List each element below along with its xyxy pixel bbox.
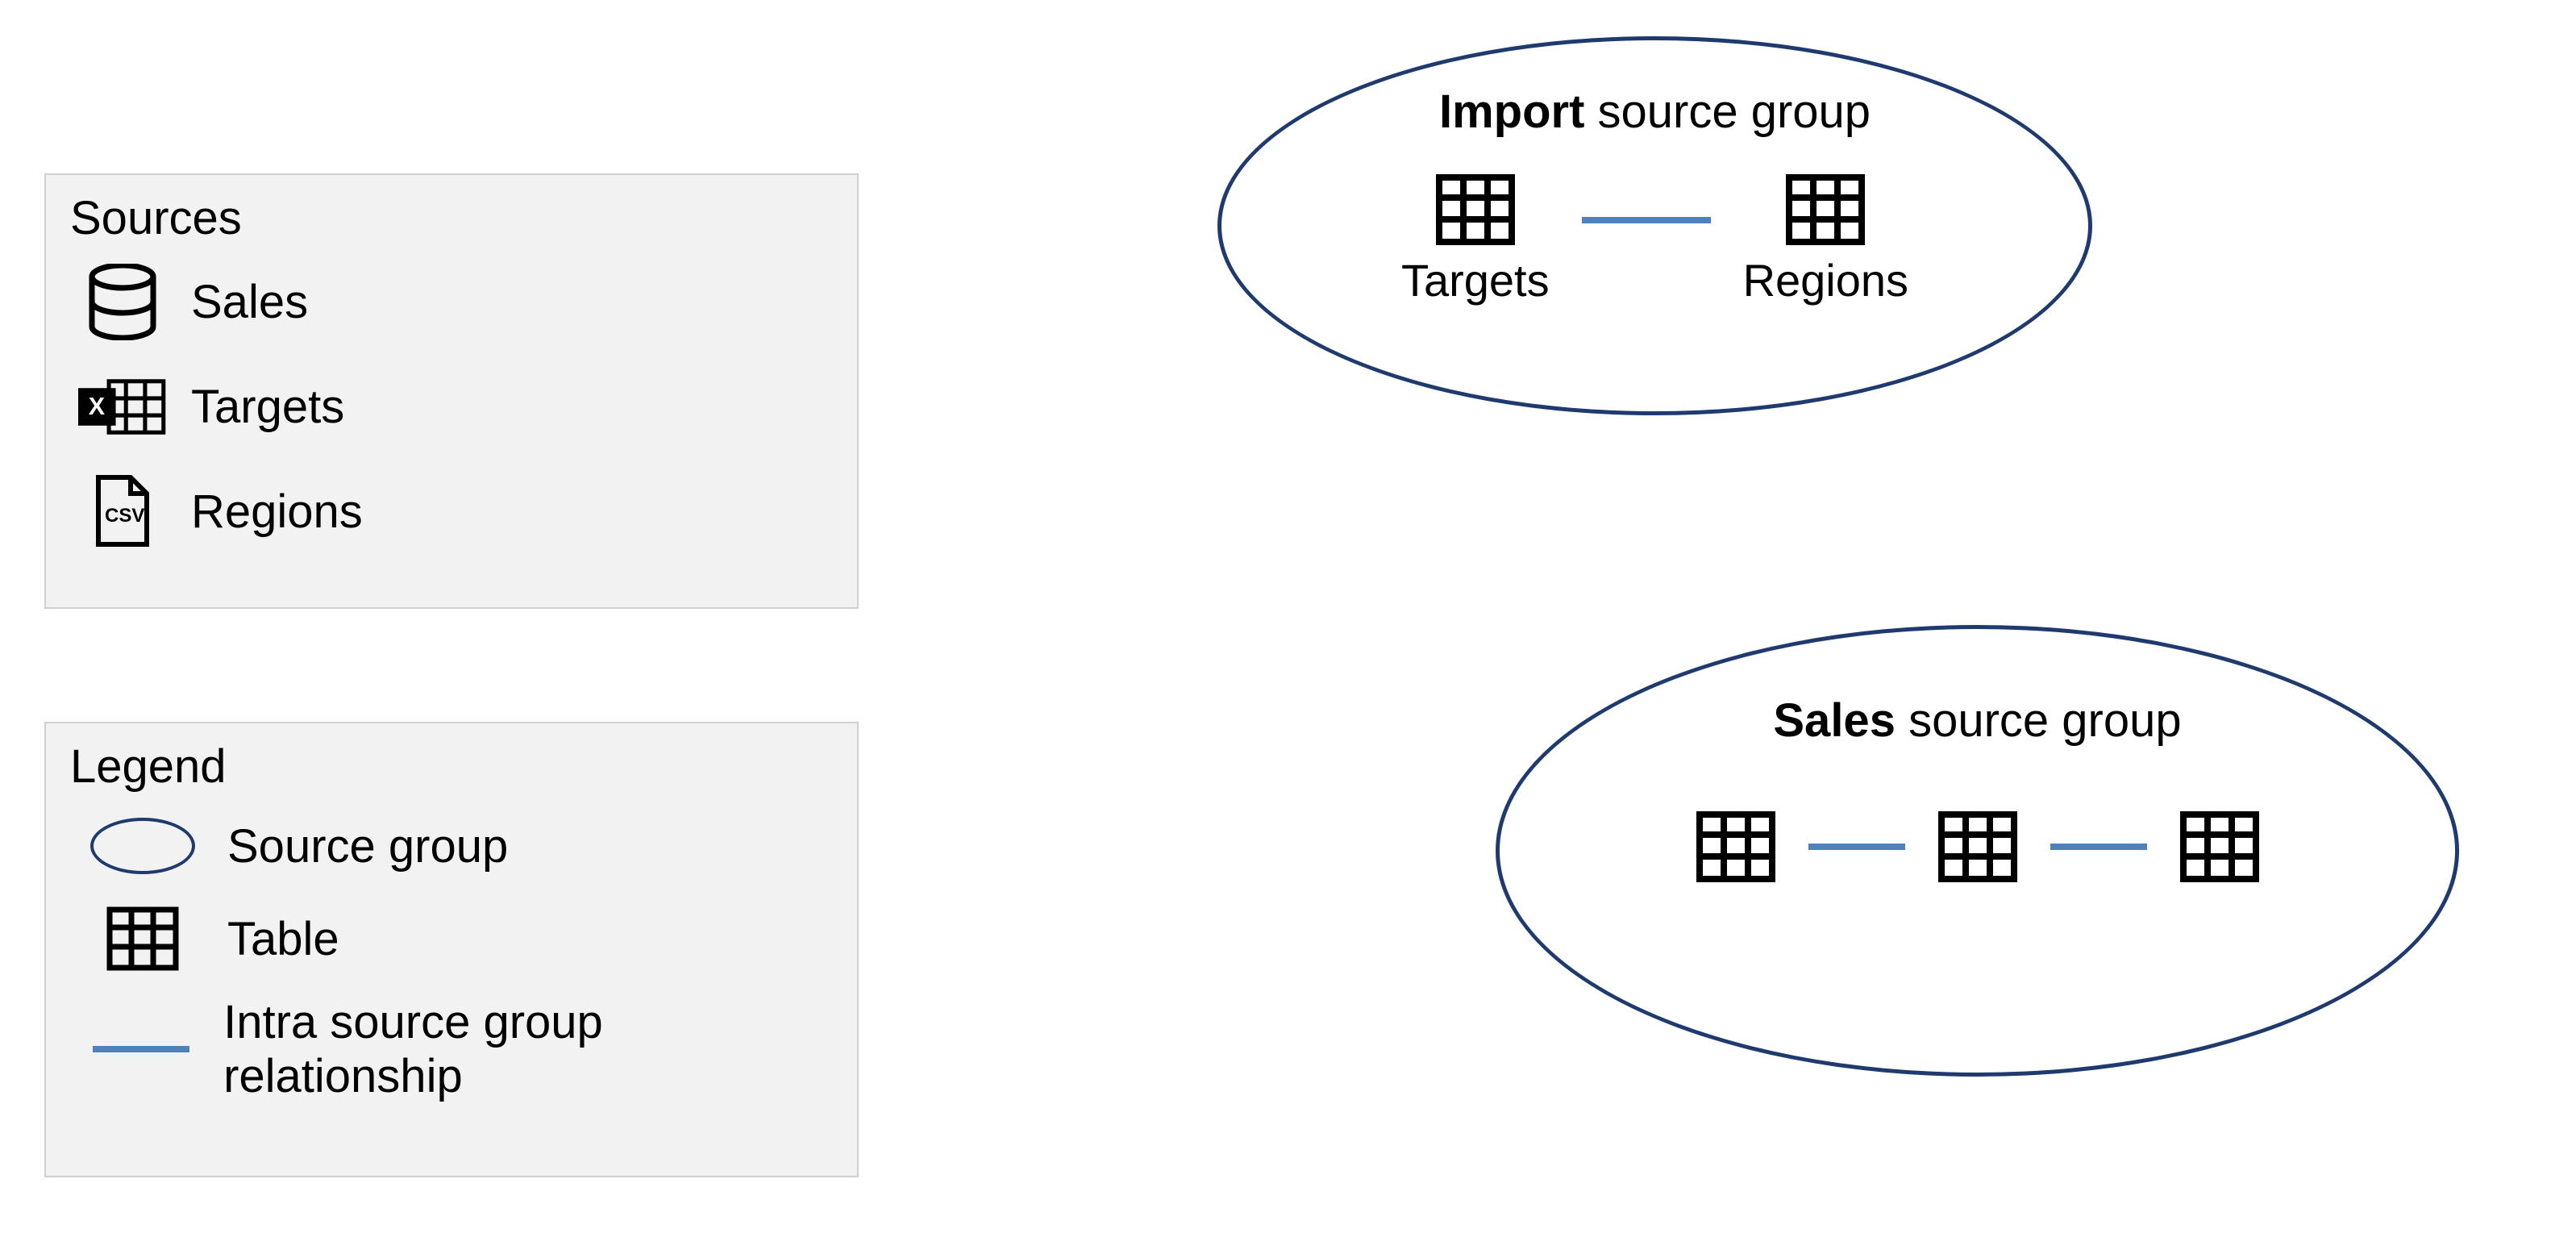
table-icon	[86, 902, 199, 975]
source-row-regions: CSV Regions	[70, 471, 833, 552]
legend-label-relationship: Intra source group relationship	[223, 995, 833, 1103]
legend-title: Legend	[70, 739, 833, 794]
sales-title-rest: source group	[1896, 694, 2182, 747]
source-label-sales: Sales	[191, 275, 308, 329]
table-icon	[1937, 810, 2018, 883]
relationship-line	[1808, 844, 1905, 850]
line-icon	[86, 1013, 195, 1085]
source-row-targets: X Targets	[70, 366, 833, 447]
csv-icon: CSV	[78, 471, 167, 552]
svg-text:CSV: CSV	[105, 505, 144, 527]
table-icon	[1696, 810, 1776, 883]
sales-group-title: Sales source group	[1500, 694, 2455, 748]
table-label-targets: Targets	[1401, 254, 1550, 306]
source-row-sales: Sales	[70, 261, 833, 342]
legend-panel: Legend Source group Table Intra source g…	[44, 722, 859, 1177]
legend-row-relationship: Intra source group relationship	[70, 995, 833, 1103]
database-icon	[78, 261, 167, 342]
import-table-targets: Targets	[1401, 173, 1550, 306]
sales-title-bold: Sales	[1773, 694, 1896, 747]
legend-row-source-group: Source group	[70, 810, 833, 882]
source-label-regions: Regions	[191, 485, 363, 539]
table-icon	[2179, 810, 2260, 883]
sources-panel: Sources Sales X Targets	[44, 173, 859, 609]
import-title-rest: source group	[1584, 85, 1871, 138]
relationship-line	[2050, 844, 2147, 850]
table-icon	[1435, 173, 1516, 246]
table-icon	[1785, 173, 1866, 246]
sales-source-group: Sales source group	[1496, 625, 2459, 1077]
legend-label-source-group: Source group	[227, 819, 508, 873]
excel-icon: X	[78, 366, 167, 447]
sources-title: Sources	[70, 191, 833, 245]
import-group-title: Import source group	[1221, 85, 2088, 139]
svg-text:X: X	[89, 393, 106, 420]
legend-label-table: Table	[227, 912, 339, 966]
import-title-bold: Import	[1439, 85, 1584, 138]
source-label-targets: Targets	[191, 380, 344, 434]
relationship-line	[1582, 217, 1711, 223]
ellipse-icon	[86, 810, 199, 882]
import-table-regions: Regions	[1743, 173, 1908, 306]
legend-row-table: Table	[70, 902, 833, 975]
import-source-group: Import source group Targets	[1217, 36, 2092, 415]
table-label-regions: Regions	[1743, 254, 1908, 306]
